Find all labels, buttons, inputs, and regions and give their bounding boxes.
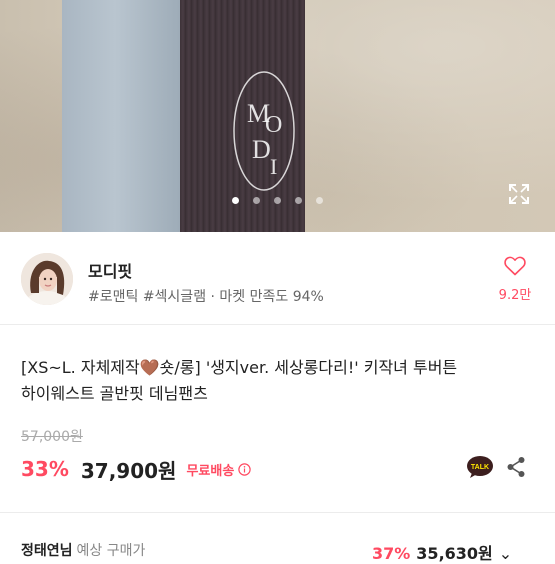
like-count: 9.2만	[498, 288, 532, 303]
expected-price-sub: 예상 구매가	[76, 543, 146, 559]
sale-price: 37,900원	[80, 458, 177, 483]
expected-price-value: 37% 35,630원 ⌄	[372, 540, 512, 564]
carousel-dot[interactable]	[316, 197, 323, 204]
expected-price-label: 정태연님 예상 구매가	[21, 540, 145, 560]
price-row: 33% 37,900원 무료배송	[21, 454, 251, 484]
svg-text:I: I	[270, 154, 277, 179]
user-name: 정태연님	[21, 543, 73, 559]
product-title-part2: 숏/롱] '생지ver. 세상롱다리!' 키작녀 투버튼	[159, 358, 458, 377]
discount-rate: 33%	[21, 457, 69, 481]
chevron-down-icon[interactable]: ⌄	[499, 544, 512, 563]
product-title-part1: [XS~L. 자체제작	[21, 358, 140, 377]
product-title-line2: 하이웨스트 골반핏 데님팬츠	[21, 384, 208, 403]
seller-section[interactable]: 모디핏 #로맨틱 #섹시글램 · 마켓 만족도 94% 9.2만	[0, 232, 555, 324]
like-button[interactable]: 9.2만	[492, 256, 538, 303]
heart-outline-icon[interactable]	[504, 256, 526, 276]
svg-text:TALK: TALK	[471, 464, 489, 471]
kakao-talk-icon[interactable]: TALK	[466, 455, 494, 479]
share-icon[interactable]	[506, 456, 526, 478]
section-divider	[0, 324, 555, 325]
seller-name[interactable]: 모디핏	[88, 258, 132, 282]
carousel-indicator	[0, 197, 555, 204]
product-title: [XS~L. 자체제작🤎숏/롱] '생지ver. 세상롱다리!' 키작녀 투버튼…	[21, 355, 541, 407]
info-circle-icon[interactable]	[238, 462, 251, 476]
brown-heart-emoji: 🤎	[139, 358, 160, 377]
original-price: 57,000원	[21, 429, 83, 445]
section-divider	[0, 512, 555, 513]
svg-text:D: D	[252, 135, 271, 164]
modi-logo-watermark: M O D I	[233, 71, 295, 191]
expand-icon[interactable]	[508, 183, 530, 205]
product-image-carousel[interactable]: M O D I	[0, 0, 555, 232]
carousel-dot[interactable]	[295, 197, 302, 204]
carousel-dot[interactable]	[274, 197, 281, 204]
carousel-dot[interactable]	[232, 197, 239, 204]
expected-price-row[interactable]: 정태연님 예상 구매가 37% 35,630원 ⌄	[0, 540, 555, 563]
carousel-dot[interactable]	[253, 197, 260, 204]
expected-price: 35,630원	[416, 544, 493, 563]
free-shipping-label: 무료배송	[186, 463, 235, 479]
seller-avatar[interactable]	[21, 253, 73, 305]
seller-tags: #로맨틱 #섹시글램 · 마켓 만족도 94%	[88, 289, 324, 305]
expected-discount: 37%	[372, 544, 411, 563]
